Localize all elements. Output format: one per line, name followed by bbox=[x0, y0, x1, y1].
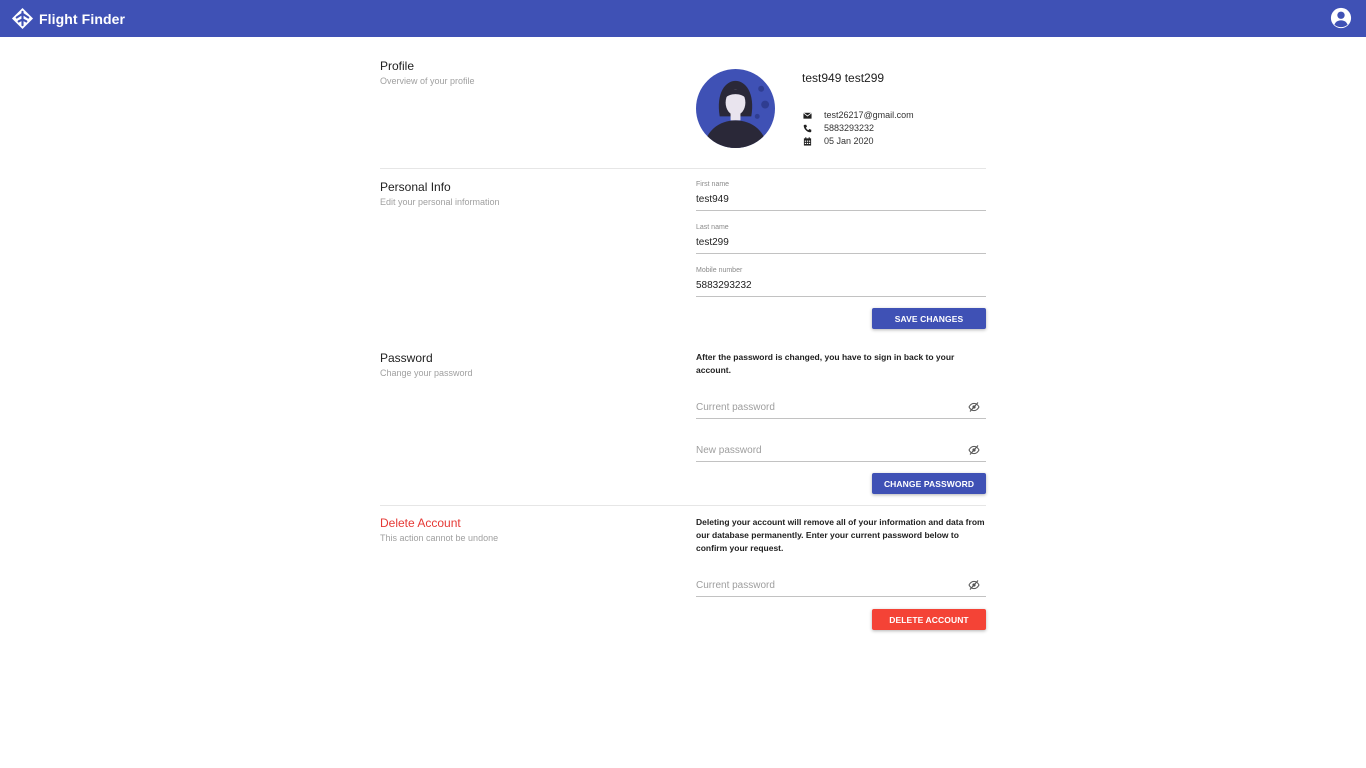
last-name-field: Last name bbox=[696, 222, 986, 254]
personal-info-section-title: Personal Info bbox=[380, 180, 451, 194]
eye-off-icon[interactable] bbox=[968, 444, 980, 456]
profile-email: test26217@gmail.com bbox=[824, 110, 914, 120]
delete-account-section-title: Delete Account bbox=[380, 516, 461, 530]
calendar-icon bbox=[802, 136, 812, 146]
password-section-subtitle: Change your password bbox=[380, 368, 473, 378]
phone-icon bbox=[802, 123, 812, 133]
brand-home-link[interactable]: Flight Finder bbox=[11, 7, 125, 30]
flight-finder-logo-icon bbox=[11, 7, 34, 30]
eye-off-icon[interactable] bbox=[968, 579, 980, 591]
last-name-label: Last name bbox=[696, 224, 729, 231]
profile-section-title: Profile bbox=[380, 59, 415, 73]
password-change-note: After the password is changed, you have … bbox=[696, 352, 955, 375]
delete-account-note: Deleting your account will remove all of… bbox=[696, 517, 985, 553]
profile-phone-row: 5883293232 bbox=[802, 122, 874, 134]
mobile-number-input[interactable] bbox=[696, 279, 966, 292]
account-circle-icon bbox=[1330, 7, 1352, 29]
delete-current-password-field bbox=[696, 575, 986, 597]
save-changes-button[interactable]: SAVE CHANGES bbox=[872, 308, 986, 329]
current-password-field bbox=[696, 397, 986, 419]
delete-current-password-input[interactable] bbox=[696, 578, 966, 592]
section-divider bbox=[380, 168, 986, 169]
profile-email-row: test26217@gmail.com bbox=[802, 109, 914, 121]
new-password-input[interactable] bbox=[696, 443, 966, 457]
eye-off-icon[interactable] bbox=[968, 401, 980, 413]
new-password-field bbox=[696, 440, 986, 462]
profile-name: test949 test299 bbox=[802, 71, 885, 85]
envelope-icon bbox=[802, 110, 812, 120]
personal-info-section-subtitle: Edit your personal information bbox=[380, 197, 500, 207]
first-name-label: First name bbox=[696, 181, 730, 188]
profile-section-subtitle: Overview of your profile bbox=[380, 76, 475, 86]
current-password-input[interactable] bbox=[696, 400, 966, 414]
password-section-title: Password bbox=[380, 351, 433, 365]
change-password-button[interactable]: CHANGE PASSWORD bbox=[872, 473, 986, 494]
app-bar: Flight Finder bbox=[0, 0, 1366, 37]
delete-account-button[interactable]: DELETE ACCOUNT bbox=[872, 609, 986, 630]
mobile-number-field: Mobile number bbox=[696, 265, 986, 297]
profile-date: 05 Jan 2020 bbox=[824, 136, 874, 146]
section-divider bbox=[380, 505, 986, 506]
profile-date-row: 05 Jan 2020 bbox=[802, 135, 874, 147]
last-name-input[interactable] bbox=[696, 236, 966, 249]
avatar bbox=[696, 69, 775, 148]
delete-account-section-subtitle: This action cannot be undone bbox=[380, 533, 499, 543]
mobile-number-label: Mobile number bbox=[696, 267, 743, 274]
first-name-field: First name bbox=[696, 179, 986, 211]
first-name-input[interactable] bbox=[696, 193, 966, 206]
profile-phone: 5883293232 bbox=[824, 123, 875, 133]
account-button[interactable] bbox=[1330, 7, 1352, 29]
app-title: Flight Finder bbox=[39, 10, 126, 27]
